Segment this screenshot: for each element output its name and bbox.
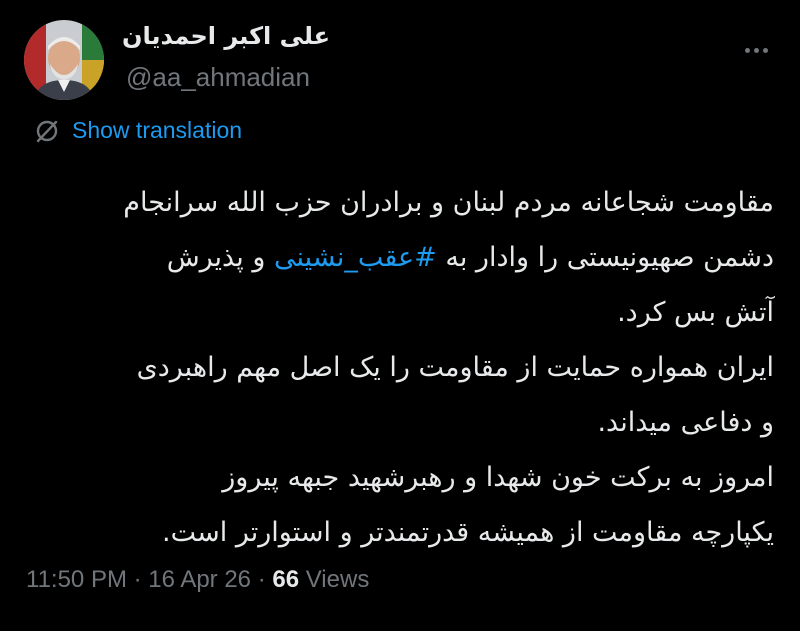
- tweet-line: یکپارچه مقاومت از همیشه قدرتمندتر و استو…: [162, 517, 774, 548]
- meta-separator: ·: [251, 566, 273, 593]
- tweet-text-segment: دشمن صهیونیستی را وادار به: [436, 242, 774, 273]
- show-translation-label[interactable]: Show translation: [72, 117, 242, 144]
- tweet-text: مقاومت شجاعانه مردم لبنان و برادران حزب …: [20, 175, 774, 560]
- dot: [753, 47, 759, 53]
- dot: [762, 47, 768, 53]
- views-count: 66: [272, 566, 300, 593]
- tweet-line: امروز به برکت خون شهدا و رهبرشهید جبهه پ…: [222, 462, 774, 493]
- profile-photo-icon: [24, 20, 104, 100]
- meta-separator: ·: [126, 566, 149, 593]
- globe-icon: [36, 120, 58, 142]
- tweet-line: آتش بس کرد.: [617, 297, 774, 328]
- tweet-line: مقاومت شجاعانه مردم لبنان و برادران حزب …: [123, 187, 774, 218]
- tweet-date[interactable]: 16 Apr 26: [148, 566, 251, 593]
- tweet-line: و دفاعی میداند.: [597, 407, 774, 438]
- dot: [744, 47, 750, 53]
- hashtag-link[interactable]: #عقب_نشینی: [274, 242, 437, 273]
- tweet-meta: 11:50 PM · 16 Apr 26 · 66 Views: [26, 566, 369, 594]
- avatar[interactable]: [24, 20, 104, 100]
- author-handle[interactable]: @aa_ahmadian: [126, 62, 310, 93]
- tweet-time[interactable]: 11:50 PM: [26, 566, 127, 593]
- views-label: Views: [299, 566, 370, 593]
- tweet-text-segment: و پذیرش: [166, 242, 274, 273]
- show-translation-button[interactable]: Show translation: [34, 117, 242, 144]
- tweet-line: دشمن صهیونیستی را وادار به #عقب_نشینی و …: [20, 230, 774, 285]
- tweet-line: ایران همواره حمایت از مقاومت را یک اصل م…: [136, 352, 774, 383]
- author-display-name[interactable]: علی اکبر احمدیان: [122, 22, 330, 50]
- more-options-icon[interactable]: [736, 38, 776, 62]
